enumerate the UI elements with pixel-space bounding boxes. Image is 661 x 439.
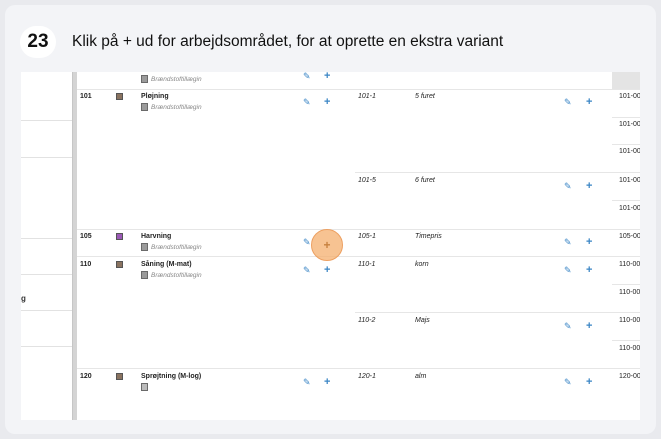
color-swatch [116, 373, 123, 380]
plus-icon[interactable]: + [324, 72, 330, 82]
ref-divider [612, 144, 640, 145]
row-code: 105 [80, 233, 92, 240]
variant-code: 110-1 [358, 261, 376, 268]
left-panel: g [21, 72, 72, 420]
row-name: Harvning [141, 233, 172, 240]
pencil-icon[interactable]: ✎ [564, 98, 572, 107]
ref-code: 101-00 [619, 93, 640, 100]
pencil-icon[interactable]: ✎ [564, 378, 572, 387]
variant-code: 110-2 [358, 317, 376, 324]
ref-code: 110-00 [619, 345, 640, 352]
row-subtitle: Brændstoftillægin [151, 104, 202, 111]
plus-icon[interactable]: + [586, 377, 592, 388]
ref-divider [612, 340, 640, 341]
pencil-icon[interactable]: ✎ [564, 322, 572, 331]
plus-icon[interactable]: + [324, 377, 330, 388]
plus-icon: + [323, 238, 331, 252]
ref-divider [612, 117, 640, 118]
variant-divider [355, 172, 640, 173]
left-panel-divider [21, 120, 72, 121]
plus-icon[interactable]: + [586, 321, 592, 332]
ref-code: 120-00 [619, 373, 640, 380]
plus-icon[interactable]: + [324, 97, 330, 108]
pencil-icon[interactable]: ✎ [303, 72, 311, 81]
pencil-icon[interactable]: ✎ [303, 238, 311, 247]
row-name: Sprøjtning (M-log) [141, 373, 202, 380]
document-icon [141, 271, 148, 279]
variant-desc: 5 furet [415, 93, 435, 100]
pencil-icon[interactable]: ✎ [303, 378, 311, 387]
left-panel-divider [21, 346, 72, 347]
column-header [612, 72, 640, 89]
row-name: Pløjning [141, 93, 169, 100]
ref-code: 110-00 [619, 317, 640, 324]
row-subtitle: Brændstoftillægin [151, 272, 202, 279]
left-panel-partial-label: g [21, 294, 26, 303]
variant-desc: korn [415, 261, 429, 268]
variant-code: 101-1 [358, 93, 376, 100]
ref-code: 101-00 [619, 205, 640, 212]
color-swatch [116, 261, 123, 268]
ref-code: 101-00 [619, 121, 640, 128]
document-icon [141, 75, 148, 83]
ref-code: 110-00 [619, 261, 640, 268]
row-name: Såning (M-mat) [141, 261, 192, 268]
plus-icon[interactable]: + [586, 97, 592, 108]
row-code: 120 [80, 373, 92, 380]
row-subtitle: Brændstoftillægin [151, 244, 202, 251]
plus-icon[interactable]: + [586, 181, 592, 192]
ref-code: 101-00 [619, 177, 640, 184]
pencil-icon[interactable]: ✎ [303, 98, 311, 107]
left-panel-divider [21, 157, 72, 158]
plus-icon[interactable]: + [586, 265, 592, 276]
pencil-icon[interactable]: ✎ [303, 266, 311, 275]
left-panel-divider [21, 274, 72, 275]
pencil-icon[interactable]: ✎ [564, 266, 572, 275]
variant-desc: Majs [415, 317, 430, 324]
left-panel-divider [21, 238, 72, 239]
variant-divider [355, 312, 640, 313]
row-divider [77, 368, 640, 369]
ref-code: 110-00 [619, 289, 640, 296]
left-panel-divider [21, 310, 72, 311]
row-code: 101 [80, 93, 92, 100]
color-swatch [116, 93, 123, 100]
variant-code: 120-1 [358, 373, 376, 380]
pencil-icon[interactable]: ✎ [564, 182, 572, 191]
document-icon [141, 383, 148, 391]
plus-icon[interactable]: + [324, 265, 330, 276]
step-instruction: Klik på + ud for arbejdsområdet, for at … [72, 33, 504, 50]
step-number: 23 [20, 26, 56, 58]
screenshot-area: g Brændstoftillægin ✎ + 101 Pløjning Bræ… [21, 72, 640, 420]
variant-code: 101-5 [358, 177, 376, 184]
row-divider [77, 256, 640, 257]
plus-icon[interactable]: + [586, 237, 592, 248]
row-subtitle: Brændstoftillægin [151, 76, 202, 83]
document-icon [141, 243, 148, 251]
ref-divider [612, 200, 640, 201]
pencil-icon[interactable]: ✎ [564, 238, 572, 247]
variant-desc: alm [415, 373, 427, 380]
variant-desc: 6 furet [415, 177, 435, 184]
ref-code: 105-00 [619, 233, 640, 240]
color-swatch [116, 233, 123, 240]
ref-code: 101-00 [619, 148, 640, 155]
variant-code: 105-1 [358, 233, 376, 240]
variant-desc: Timepris [415, 233, 442, 240]
ref-divider [612, 284, 640, 285]
row-code: 110 [80, 261, 92, 268]
row-divider [77, 89, 640, 90]
row-divider [77, 229, 640, 230]
highlighted-add-button[interactable]: + [311, 229, 343, 261]
document-icon [141, 103, 148, 111]
